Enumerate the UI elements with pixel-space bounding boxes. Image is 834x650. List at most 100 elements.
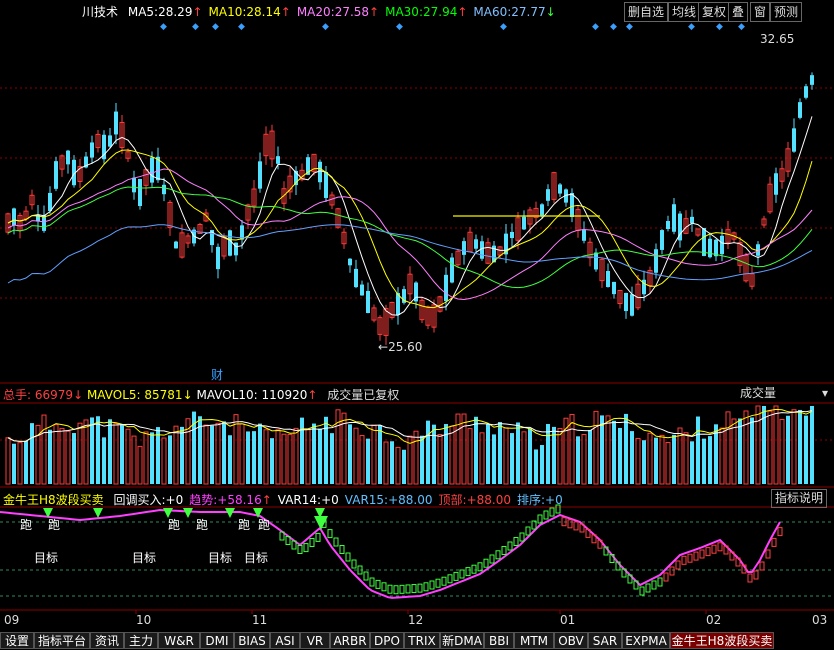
volume-bar-down	[498, 422, 502, 484]
indicator-tab[interactable]: 指标平台	[34, 632, 90, 649]
signal-bar-green	[441, 576, 447, 586]
indicator-value-item: VAR15:	[344, 493, 389, 507]
volume-bar-down	[30, 423, 34, 484]
volume-bar-up	[173, 425, 179, 485]
volume-indicator-dropdown[interactable]: 成交量 ▾	[740, 385, 832, 401]
indicator-tab[interactable]: MTM	[514, 632, 554, 649]
volume-bar-down	[654, 437, 658, 484]
volume-bar-up	[731, 418, 737, 485]
date-tick-label: 10	[136, 613, 152, 627]
volume-bar-down	[348, 424, 352, 484]
target-label: 目标	[208, 551, 233, 565]
signal-bar-red	[717, 542, 723, 552]
mavol5-label: MAVOL5:	[86, 388, 141, 402]
run-signal-label: 跑	[168, 518, 181, 532]
volume-bar-down	[210, 425, 214, 484]
volume-bar-down	[102, 437, 106, 484]
indicator-tab[interactable]: 新DMA	[440, 632, 484, 649]
volume-bar-up	[593, 410, 599, 485]
indicator-arrow: ↑	[261, 493, 272, 507]
volume-bar-up	[371, 424, 377, 485]
volume-bar-down	[708, 436, 712, 484]
indicator-tab[interactable]: DPO	[370, 632, 404, 649]
volume-bar-down	[492, 434, 496, 484]
indicator-tab[interactable]: 金牛王H8波段买卖	[670, 632, 774, 649]
indicator-tab[interactable]: ARBR	[330, 632, 370, 649]
candle-body-down	[690, 216, 694, 224]
signal-bar-green	[447, 574, 453, 584]
run-signal-label: 跑	[196, 518, 209, 532]
volume-bar-down	[612, 420, 616, 484]
volume-bar-up	[437, 434, 443, 485]
indicator-tab[interactable]: DMI	[200, 632, 234, 649]
mavol10-line	[7, 410, 813, 442]
indicator-tab[interactable]: 资讯	[90, 632, 124, 649]
volume-bar-up	[203, 424, 209, 485]
signal-bar-green	[549, 507, 555, 517]
volume-bar-up	[581, 433, 587, 485]
indicator-tab[interactable]: SAR	[588, 632, 622, 649]
volume-bar-up	[569, 413, 575, 485]
indicator-help-button[interactable]: 指标说明	[771, 489, 828, 508]
volume-bar-up	[239, 423, 245, 485]
run-signal-label: 跑	[48, 518, 61, 532]
indicator-tab[interactable]: VR	[300, 632, 330, 649]
candle-body-down	[462, 241, 466, 255]
date-tick-label: 03	[812, 613, 828, 627]
indicator-tab[interactable]: TRIX	[404, 632, 440, 649]
signal-bar-green	[429, 580, 435, 590]
volume-bar-down	[786, 415, 790, 484]
indicator-tab[interactable]: ASI	[270, 632, 300, 649]
volume-bar-down	[258, 423, 262, 484]
indicator-tab[interactable]: OBV	[554, 632, 588, 649]
indicator-tab[interactable]: 主力	[124, 632, 158, 649]
signal-bar-green	[639, 586, 645, 596]
candle-body-down	[354, 268, 358, 288]
candle-body-down	[612, 281, 616, 295]
signal-bar-green	[513, 537, 519, 546]
volume-bar-up	[743, 410, 749, 485]
indicator-tab[interactable]: 设置	[0, 632, 34, 649]
volume-bar-down	[24, 440, 28, 484]
candle-body-down	[708, 238, 712, 258]
indicator-name: 金牛王H8波段买卖	[3, 493, 104, 507]
mavol10-label: MAVOL10:	[196, 388, 258, 402]
volume-bar-down	[696, 416, 700, 484]
volume-bar-down	[324, 416, 328, 484]
buy-arrow-icon	[183, 508, 193, 518]
volume-bar-down	[624, 413, 628, 484]
candle-body-down	[630, 294, 634, 316]
kline-chart[interactable]	[0, 0, 834, 650]
date-tick-label: 09	[4, 613, 20, 627]
candle-body-down	[150, 157, 154, 183]
volume-bar-up	[293, 427, 299, 485]
volume-bar-up	[479, 432, 485, 485]
signal-bar-green	[459, 569, 465, 579]
volume-bar-up	[503, 427, 509, 485]
signal-bar-red	[693, 551, 699, 561]
indicator-tab[interactable]: BBI	[484, 632, 514, 649]
volume-bar-down	[432, 424, 436, 484]
indicator-tab[interactable]: W&R	[158, 632, 200, 649]
signal-bar-red	[777, 527, 783, 537]
volume-bar-down	[90, 417, 94, 484]
candle-body-down	[216, 246, 220, 270]
indicator-value-item: 回调买入:	[113, 493, 166, 507]
volume-bar-down	[156, 427, 160, 484]
mavol10-value: 110920	[261, 388, 308, 402]
volume-bar-up	[773, 405, 779, 485]
signal-bar-red	[567, 519, 573, 529]
target-label: 目标	[132, 551, 157, 565]
indicator-tab[interactable]: EXPMA	[622, 632, 670, 649]
signal-bar-green	[489, 554, 495, 564]
finance-event-marker[interactable]: 财	[211, 366, 223, 383]
volume-bar-up	[665, 441, 671, 485]
volume-bar-up	[461, 413, 467, 485]
volume-bar-down	[426, 420, 430, 484]
target-label: 目标	[244, 551, 269, 565]
indicator-value: +88.00	[466, 493, 511, 507]
indicator-tab[interactable]: BIAS	[234, 632, 270, 649]
volume-bar-up	[557, 427, 563, 485]
candle-body-down	[540, 204, 544, 216]
candle-body-down	[480, 241, 484, 259]
